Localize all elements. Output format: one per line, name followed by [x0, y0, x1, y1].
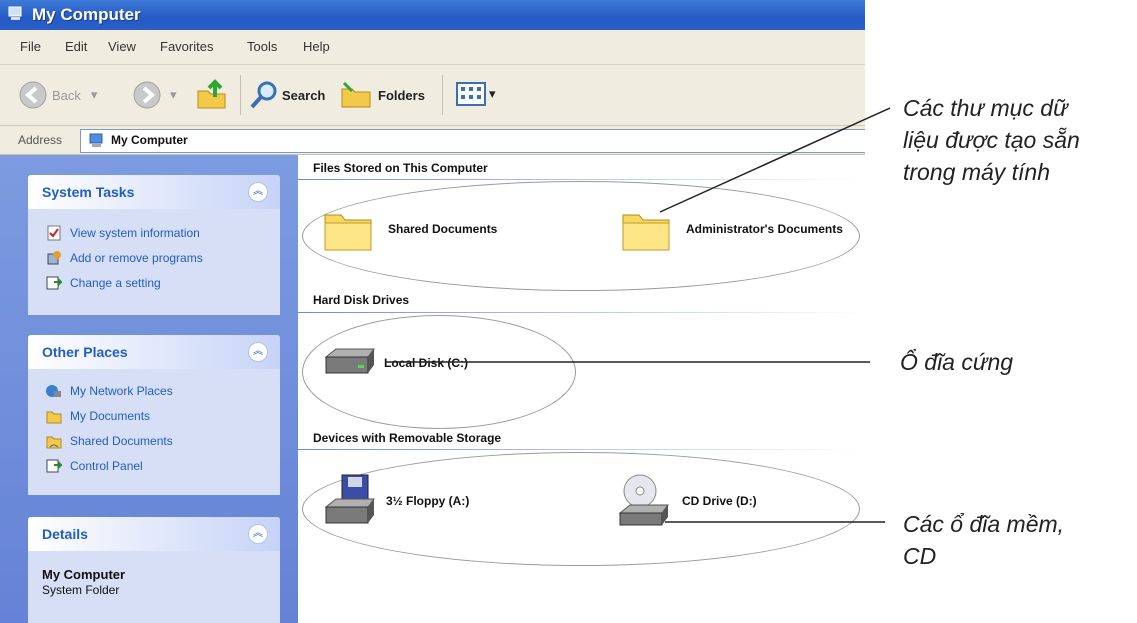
floppy-drive-icon [324, 474, 375, 524]
other-places-header[interactable]: Other Places ︽ [28, 335, 280, 369]
menu-file[interactable]: File [20, 39, 41, 54]
menu-help[interactable]: Help [303, 39, 330, 54]
annotation-line: Các ổ đĩa mềm, [903, 511, 1065, 537]
place-label: Shared Documents [70, 434, 173, 448]
annotation-line: CD [903, 543, 937, 569]
address-bar: Address My Computer [0, 126, 865, 155]
forward-dropdown-icon[interactable]: ▾ [170, 87, 177, 103]
content-area: Files Stored on This Computer Shared Doc… [298, 155, 865, 623]
annotation-hdd: Ổ đĩa cứng [900, 346, 1013, 378]
item-shared-documents[interactable]: Shared Documents [322, 203, 497, 255]
task-view-system-info[interactable]: View system information [46, 225, 200, 241]
folders-button[interactable]: Folders [340, 79, 425, 111]
group-removable-header: Devices with Removable Storage [313, 431, 502, 445]
forward-arrow-icon [133, 81, 161, 109]
system-tasks-header[interactable]: System Tasks ︽ [28, 175, 280, 209]
collapse-chevron-icon[interactable]: ︽ [248, 342, 268, 362]
place-label: Control Panel [70, 459, 143, 473]
task-pane: System Tasks ︽ View system information A… [0, 155, 298, 623]
address-label: Address [18, 133, 63, 147]
collapse-chevron-icon[interactable]: ︽ [248, 182, 268, 202]
item-label: CD Drive (D:) [682, 494, 757, 508]
task-label: Change a setting [70, 276, 161, 290]
place-my-network-places[interactable]: My Network Places [46, 383, 173, 399]
folder-icon [622, 214, 670, 251]
up-button[interactable] [195, 77, 229, 111]
back-dropdown-icon[interactable]: ▾ [91, 87, 98, 103]
views-icon [456, 82, 486, 106]
window-title: My Computer [32, 5, 141, 24]
my-documents-icon [46, 411, 62, 424]
place-control-panel[interactable]: Control Panel [46, 458, 143, 474]
add-remove-programs-icon [47, 251, 61, 265]
back-arrow-icon [19, 81, 47, 109]
address-value: My Computer [111, 133, 188, 147]
other-places-panel: Other Places ︽ My Network Places My Docu… [28, 335, 280, 495]
details-header[interactable]: Details ︽ [28, 517, 280, 551]
details-title: Details [42, 526, 88, 542]
search-button[interactable]: Search [248, 79, 325, 111]
place-my-documents[interactable]: My Documents [46, 408, 150, 424]
item-label: Administrator's Documents [686, 222, 843, 236]
place-shared-documents[interactable]: Shared Documents [46, 433, 173, 449]
system-info-icon [47, 225, 61, 241]
other-places-title: Other Places [42, 344, 128, 360]
place-label: My Network Places [70, 384, 173, 398]
menu-view[interactable]: View [108, 39, 136, 54]
folders-label: Folders [378, 87, 425, 103]
menu-tools[interactable]: Tools [247, 39, 277, 54]
item-local-disk-c[interactable]: Local Disk (C:) [322, 345, 468, 381]
group-hard-disks-header: Hard Disk Drives [313, 293, 410, 307]
system-tasks-title: System Tasks [42, 184, 135, 200]
task-label: View system information [70, 226, 200, 240]
item-floppy-a[interactable]: 3½ Floppy (A:) [322, 473, 469, 529]
cd-drive-icon [618, 474, 669, 526]
task-add-remove-programs[interactable]: Add or remove programs [46, 250, 203, 266]
toolbar: Back ▾ ▾ Search Folders ▾ [0, 65, 865, 126]
item-cd-drive-d[interactable]: CD Drive (D:) [616, 473, 757, 529]
group-files-stored-header: Files Stored on This Computer [313, 161, 488, 175]
item-label: Local Disk (C:) [384, 356, 469, 370]
control-panel-icon [46, 459, 62, 473]
title-bar[interactable]: My Computer [0, 0, 865, 30]
item-label: 3½ Floppy (A:) [386, 494, 470, 508]
views-button[interactable]: ▾ [455, 80, 496, 108]
address-field[interactable]: My Computer [80, 129, 865, 153]
annotation-line: Các thư mục dữ [903, 95, 1068, 121]
annotation-removable: Các ổ đĩa mềm, CD [903, 508, 1064, 572]
folder-up-icon [197, 79, 226, 109]
search-label: Search [282, 87, 326, 103]
annotation-line: liệu được tạo sẵn [903, 127, 1080, 153]
task-label: Add or remove programs [70, 251, 203, 265]
views-dropdown-icon[interactable]: ▾ [489, 86, 496, 102]
my-computer-icon [8, 6, 22, 20]
details-type: System Folder [42, 583, 120, 597]
network-places-icon [46, 385, 61, 397]
control-panel-icon [46, 276, 62, 290]
menu-edit[interactable]: Edit [65, 39, 87, 54]
shared-documents-icon [46, 436, 62, 449]
back-label: Back [52, 87, 81, 103]
menu-bar: File Edit View Favorites Tools Help [0, 30, 865, 65]
task-change-setting[interactable]: Change a setting [46, 275, 161, 291]
annotation-line: Ổ đĩa cứng [900, 349, 1014, 375]
forward-button[interactable]: ▾ [132, 80, 177, 110]
details-panel: Details ︽ My Computer System Folder [28, 517, 280, 623]
system-tasks-panel: System Tasks ︽ View system information A… [28, 175, 280, 315]
collapse-chevron-icon[interactable]: ︽ [248, 524, 268, 544]
my-computer-small-icon [89, 133, 103, 147]
folder-icon [324, 214, 372, 251]
item-administrators-documents[interactable]: Administrator's Documents [620, 203, 843, 255]
details-name: My Computer [42, 567, 126, 582]
item-label: Shared Documents [388, 222, 498, 236]
back-button[interactable]: Back ▾ [18, 80, 97, 110]
explorer-window: My Computer File Edit View Favorites Too… [0, 0, 865, 623]
annotation-folders: Các thư mục dữ liệu được tạo sẵn trong m… [903, 92, 1080, 188]
annotation-line: trong máy tính [903, 159, 1051, 185]
search-icon [250, 81, 277, 109]
folders-icon [341, 81, 371, 108]
menu-favorites[interactable]: Favorites [160, 39, 213, 54]
hard-disk-icon [324, 348, 375, 374]
place-label: My Documents [70, 409, 151, 423]
